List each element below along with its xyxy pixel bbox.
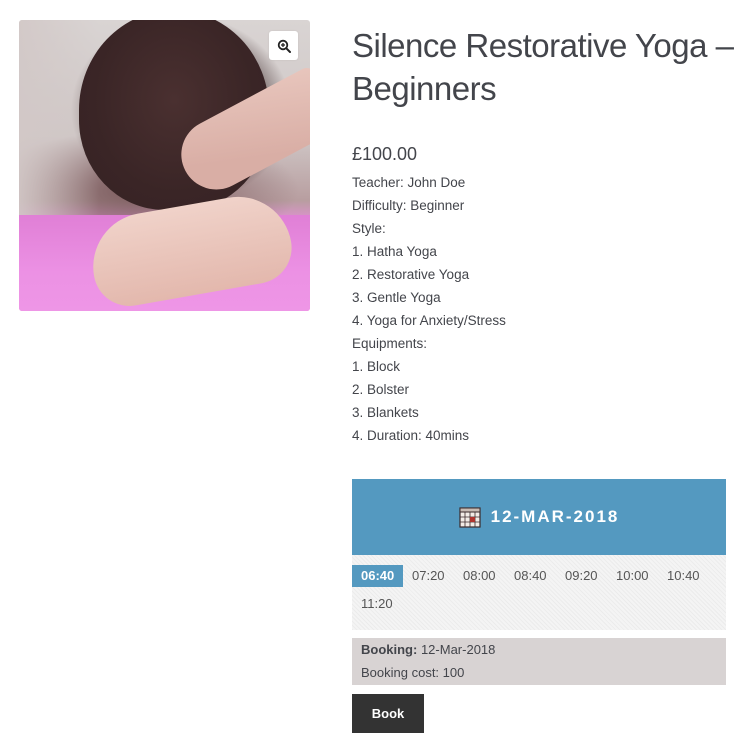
time-slot[interactable]: 08:40 (505, 565, 556, 587)
description-line: 4. Duration: 40mins (352, 428, 470, 443)
time-slots: 06:40 07:20 08:00 08:40 09:20 10:00 10:4… (352, 555, 726, 630)
description-line: Equipments: (352, 336, 428, 351)
description-line: Teacher: John Doe (352, 175, 466, 190)
booking-cost: Booking cost: 100 (361, 665, 465, 680)
description-line: 1. Block (352, 359, 401, 374)
time-slot[interactable]: 11:20 (352, 593, 402, 615)
description-line: 3. Gentle Yoga (352, 290, 441, 305)
book-button[interactable]: Book (352, 694, 424, 733)
selected-date: 12-MAR-2018 (490, 507, 620, 526)
booking-date-header[interactable]: 12-MAR-2018 (352, 479, 726, 555)
zoom-in-icon (277, 39, 291, 53)
description-line: 2. Bolster (352, 382, 410, 397)
time-slot[interactable]: 07:20 (403, 565, 454, 587)
zoom-button[interactable] (269, 31, 298, 60)
description-line: 2. Restorative Yoga (352, 267, 470, 282)
time-slot[interactable]: 06:40 (352, 565, 404, 587)
description-line: 3. Blankets (352, 405, 419, 420)
description-line: 1. Hatha Yoga (352, 244, 437, 259)
booking-date-row: Booking: 12-Mar-2018 (361, 642, 495, 657)
booking-label: Booking: (361, 642, 418, 657)
description-line: 4. Yoga for Anxiety/Stress (352, 313, 506, 328)
time-slot[interactable]: 09:20 (556, 565, 607, 587)
booking-value: 12-Mar-2018 (420, 642, 496, 657)
product-title: Silence Restorative Yoga – Beginners (352, 27, 734, 107)
product-description: Teacher: John Doe Difficulty: Beginner S… (352, 171, 506, 447)
description-line: Difficulty: Beginner (352, 198, 465, 213)
time-slot[interactable]: 10:40 (658, 565, 709, 587)
description-line: Style: (352, 221, 386, 236)
calendar-icon[interactable] (459, 506, 481, 528)
time-slot[interactable]: 10:00 (607, 565, 658, 587)
time-slot[interactable]: 08:00 (454, 565, 505, 587)
product-image[interactable] (19, 20, 310, 311)
booking-summary: Booking: 12-Mar-2018 Booking cost: 100 (352, 638, 726, 685)
product-price: £100.00 (352, 144, 418, 164)
